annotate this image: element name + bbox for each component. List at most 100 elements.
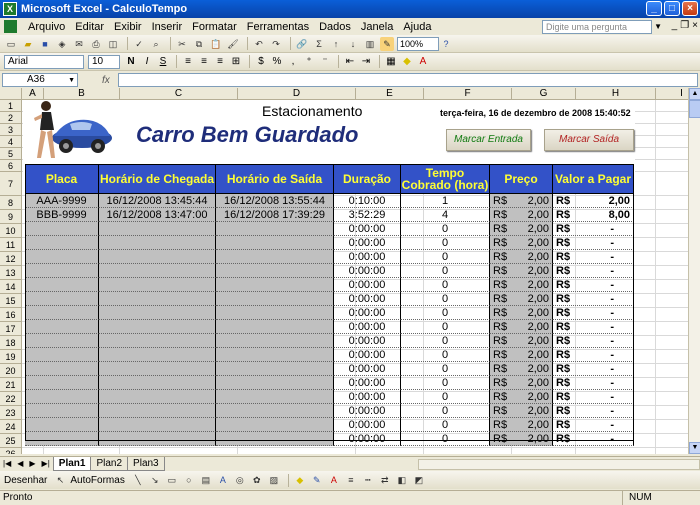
- maximize-button[interactable]: □: [664, 1, 680, 16]
- new-icon[interactable]: ▭: [4, 37, 18, 51]
- cell-duracao[interactable]: 0:00:00: [334, 292, 401, 306]
- cell-chegada[interactable]: [99, 292, 216, 306]
- next-sheet-icon[interactable]: ▶: [26, 459, 38, 468]
- align-left-icon[interactable]: ≡: [181, 55, 195, 69]
- row-header[interactable]: 1: [0, 100, 22, 112]
- column-header[interactable]: C: [120, 88, 238, 100]
- cell-chegada[interactable]: [99, 264, 216, 278]
- cell-chegada[interactable]: [99, 348, 216, 362]
- cell-duracao[interactable]: 0:00:00: [334, 250, 401, 264]
- name-box[interactable]: A36 ▼: [2, 73, 78, 87]
- spelling-icon[interactable]: ✓: [132, 37, 146, 51]
- cell-placa[interactable]: [25, 334, 99, 348]
- row-header[interactable]: 23: [0, 406, 22, 420]
- rectangle-icon[interactable]: ▭: [165, 473, 179, 487]
- font-color-icon[interactable]: A: [416, 55, 430, 69]
- arrow-style-icon[interactable]: ⇄: [378, 473, 392, 487]
- cell-valor[interactable]: R$ -: [553, 376, 634, 390]
- cell-valor[interactable]: R$ 2,00: [553, 194, 634, 208]
- column-header[interactable]: H: [576, 88, 656, 100]
- align-center-icon[interactable]: ≡: [197, 55, 211, 69]
- row-header[interactable]: 25: [0, 434, 22, 448]
- fill-color-icon[interactable]: ◆: [400, 55, 414, 69]
- cell-duracao[interactable]: 0:00:00: [334, 376, 401, 390]
- cell-placa[interactable]: [25, 236, 99, 250]
- cell-saida[interactable]: [216, 362, 334, 376]
- cell-preco[interactable]: R$ 2,00: [490, 320, 553, 334]
- row-header[interactable]: 13: [0, 266, 22, 280]
- cell-preco[interactable]: R$ 2,00: [490, 404, 553, 418]
- cell-placa[interactable]: [25, 278, 99, 292]
- percent-icon[interactable]: %: [270, 55, 284, 69]
- row-header[interactable]: 22: [0, 392, 22, 406]
- cell-placa[interactable]: [25, 390, 99, 404]
- permission-icon[interactable]: ◈: [55, 37, 69, 51]
- cell-duracao[interactable]: 0:00:00: [334, 348, 401, 362]
- undo-icon[interactable]: ↶: [252, 37, 266, 51]
- cell-placa[interactable]: [25, 348, 99, 362]
- font-size-select[interactable]: 10: [88, 54, 120, 69]
- cell-valor[interactable]: R$ -: [553, 278, 634, 292]
- comma-style-icon[interactable]: ,: [286, 55, 300, 69]
- cell-placa[interactable]: [25, 376, 99, 390]
- sheet-tab-plan2[interactable]: Plan2: [90, 456, 129, 471]
- cell-saida[interactable]: [216, 432, 334, 446]
- cell-saida[interactable]: [216, 404, 334, 418]
- row-header[interactable]: 26: [0, 448, 22, 454]
- cell-preco[interactable]: R$ 2,00: [490, 222, 553, 236]
- menu-ferramentas[interactable]: Ferramentas: [242, 21, 314, 33]
- cell-duracao[interactable]: 0:00:00: [334, 278, 401, 292]
- cell-saida[interactable]: [216, 264, 334, 278]
- cell-valor[interactable]: R$ -: [553, 432, 634, 446]
- cell-valor[interactable]: R$ -: [553, 306, 634, 320]
- cell-tempo[interactable]: 0: [401, 418, 490, 432]
- sort-ascending-icon[interactable]: ↑: [329, 37, 343, 51]
- draw-menu[interactable]: Desenhar: [4, 475, 47, 486]
- cell-preco[interactable]: R$ 2,00: [490, 264, 553, 278]
- prev-sheet-icon[interactable]: ◀: [14, 459, 26, 468]
- cell-duracao[interactable]: 0:00:00: [334, 362, 401, 376]
- cell-duracao[interactable]: 0:00:00: [334, 432, 401, 446]
- cell-valor[interactable]: R$ -: [553, 390, 634, 404]
- print-preview-icon[interactable]: ◫: [106, 37, 120, 51]
- cell-saida[interactable]: [216, 250, 334, 264]
- decrease-decimal-icon[interactable]: ⁻: [318, 55, 332, 69]
- menu-ajuda[interactable]: Ajuda: [398, 21, 436, 33]
- cell-chegada[interactable]: 16/12/2008 13:47:00: [99, 208, 216, 222]
- textbox-icon[interactable]: ▤: [199, 473, 213, 487]
- cell-saida[interactable]: [216, 278, 334, 292]
- vertical-scrollbar[interactable]: ▲ ▼: [688, 88, 700, 454]
- cell-duracao[interactable]: 0:00:00: [334, 222, 401, 236]
- cell-valor[interactable]: R$ -: [553, 264, 634, 278]
- menu-inserir[interactable]: Inserir: [147, 21, 188, 33]
- cell-valor[interactable]: R$ -: [553, 334, 634, 348]
- print-icon[interactable]: ⎙: [89, 37, 103, 51]
- increase-decimal-icon[interactable]: ⁺: [302, 55, 316, 69]
- copy-icon[interactable]: ⧉: [192, 37, 206, 51]
- cell-valor[interactable]: R$ -: [553, 362, 634, 376]
- cell-placa[interactable]: [25, 292, 99, 306]
- row-header[interactable]: 12: [0, 252, 22, 266]
- cell-placa[interactable]: [25, 250, 99, 264]
- redo-icon[interactable]: ↷: [269, 37, 283, 51]
- clipart-icon[interactable]: ✿: [250, 473, 264, 487]
- cell-saida[interactable]: [216, 418, 334, 432]
- cell-chegada[interactable]: [99, 334, 216, 348]
- row-header[interactable]: 15: [0, 294, 22, 308]
- cell-placa[interactable]: AAA-9999: [25, 194, 99, 208]
- cell-tempo[interactable]: 0: [401, 432, 490, 446]
- cell-chegada[interactable]: [99, 278, 216, 292]
- row-header[interactable]: 7: [0, 172, 22, 196]
- horizontal-scrollbar[interactable]: [418, 459, 700, 470]
- cell-preco[interactable]: R$ 2,00: [490, 362, 553, 376]
- cell-chegada[interactable]: [99, 418, 216, 432]
- cell-preco[interactable]: R$ 2,00: [490, 418, 553, 432]
- cell-preco[interactable]: R$ 2,00: [490, 194, 553, 208]
- cell-tempo[interactable]: 1: [401, 194, 490, 208]
- line-icon[interactable]: ╲: [131, 473, 145, 487]
- cell-duracao[interactable]: 0:00:00: [334, 418, 401, 432]
- cell-duracao[interactable]: 0:00:00: [334, 264, 401, 278]
- borders-icon[interactable]: ▦: [384, 55, 398, 69]
- chevron-down-icon[interactable]: ▼: [68, 75, 75, 87]
- save-icon[interactable]: ■: [38, 37, 52, 51]
